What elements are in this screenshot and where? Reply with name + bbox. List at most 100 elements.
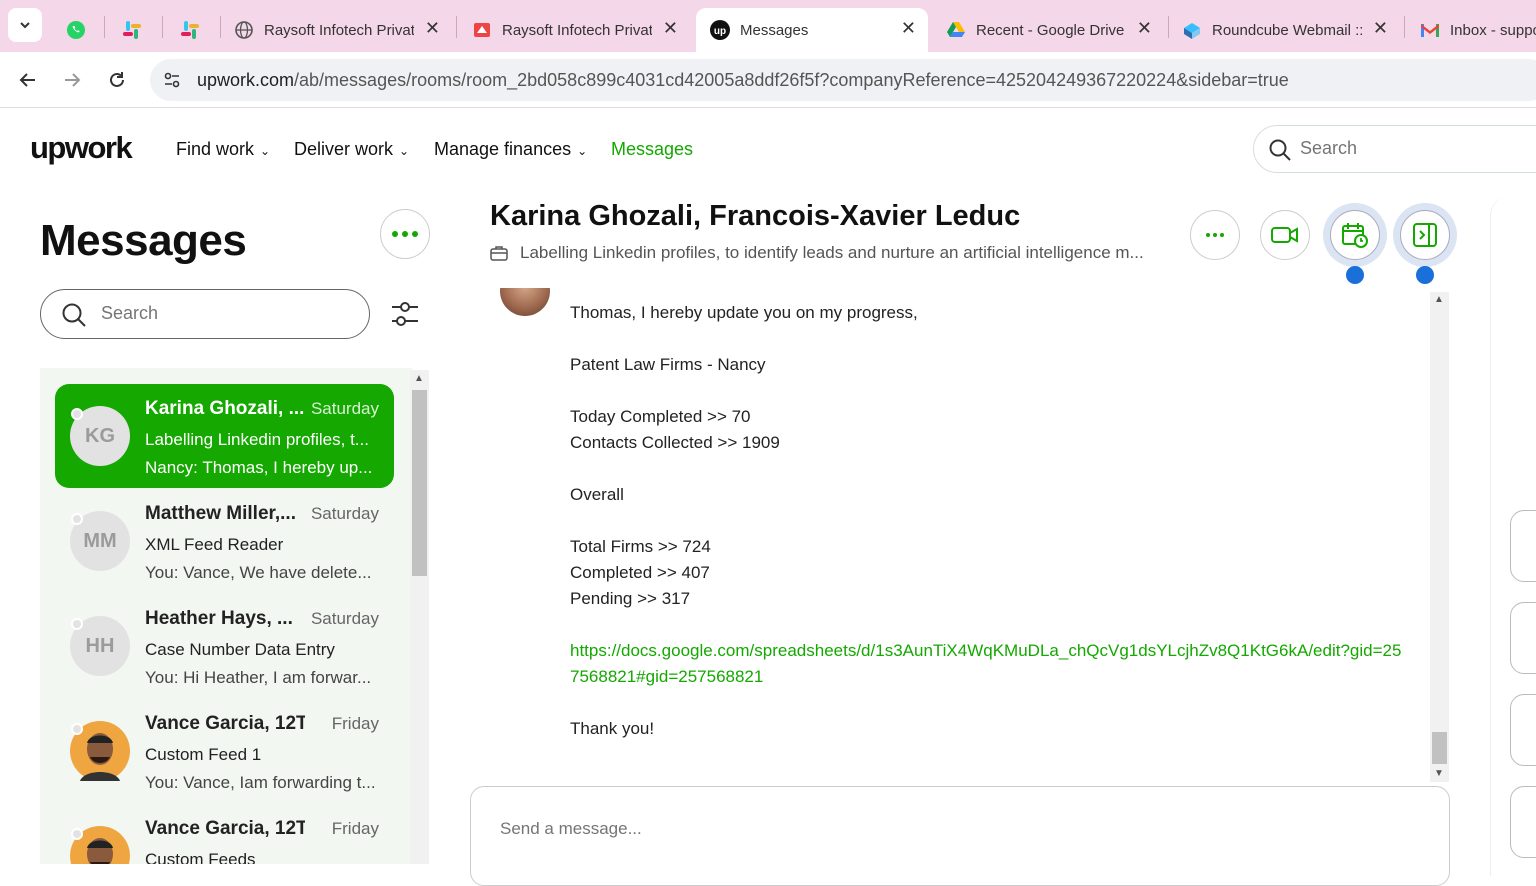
scrollbar-thumb[interactable]: [1432, 732, 1447, 764]
room-subject: Labelling Linkedin profiles, t...: [145, 430, 369, 449]
room-name: Heather Hays, ...: [145, 608, 293, 629]
back-button[interactable]: [10, 62, 46, 98]
room-name: Vance Garcia, 12T...: [145, 818, 305, 839]
details-panel-action[interactable]: [1510, 694, 1536, 766]
list-item[interactable]: KG Karina Ghozali, ... Saturday Labellin…: [55, 384, 394, 488]
room-name: Vance Garcia, 12T...: [145, 713, 305, 734]
header-search-input[interactable]: [1300, 138, 1500, 159]
tab-google-drive[interactable]: Recent - Google Drive ✕: [932, 8, 1164, 52]
more-horizontal-icon: [392, 231, 418, 237]
message-line: [570, 456, 1410, 482]
video-call-button[interactable]: [1260, 210, 1310, 260]
calendar-clock-icon: [1342, 223, 1368, 248]
tab-messages[interactable]: up Messages ✕: [696, 8, 928, 52]
chat-subtitle[interactable]: Labelling Linkedin profiles, to identify…: [490, 243, 1144, 263]
url-path: /ab/messages/rooms/room_2bd058c899c4031c…: [294, 70, 1289, 90]
whatsapp-icon: [66, 20, 86, 40]
schedule-meeting-button[interactable]: [1323, 203, 1387, 267]
site-header: upwork Find work ⌄ Deliver work ⌄ Manage f…: [0, 108, 1536, 192]
tab-roundcube[interactable]: Roundcube Webmail :: ✕: [1168, 8, 1400, 52]
forward-button[interactable]: [54, 62, 90, 98]
tab-slack-2[interactable]: [166, 8, 216, 52]
upwork-logo[interactable]: upwork: [30, 130, 133, 166]
room-name: Karina Ghozali, ...: [145, 398, 305, 419]
globe-icon: [234, 20, 254, 40]
close-icon[interactable]: ✕: [663, 18, 678, 39]
tab-whatsapp[interactable]: [52, 8, 102, 52]
tab-slack-1[interactable]: [108, 8, 158, 52]
tab-raysoft-1[interactable]: Raysoft Infotech Privat ✕: [220, 8, 452, 52]
chat-scrollbar[interactable]: ▲ ▼: [1430, 292, 1449, 782]
nav-manage-finances[interactable]: Manage finances ⌄: [434, 139, 587, 160]
filter-button[interactable]: [390, 297, 420, 331]
header-search[interactable]: [1253, 125, 1536, 173]
nav-label: Deliver work: [294, 139, 394, 159]
message-composer[interactable]: [470, 786, 1450, 886]
avatar: [500, 288, 550, 316]
message-line: Today Completed >> 70: [570, 407, 751, 426]
room-search[interactable]: [40, 289, 370, 339]
close-icon[interactable]: ✕: [425, 18, 440, 39]
chat-more-button[interactable]: [1190, 210, 1240, 260]
close-icon[interactable]: ✕: [901, 18, 916, 39]
presence-dot: [71, 618, 83, 630]
raysoft-icon: [472, 20, 492, 40]
tab-title: Raysoft Infotech Privat: [502, 21, 652, 39]
list-item[interactable]: HH Heather Hays, ... Saturday Case Numbe…: [55, 594, 394, 698]
close-icon[interactable]: ✕: [1373, 18, 1388, 39]
room-subject: XML Feed Reader: [145, 535, 284, 554]
chat-title: Karina Ghozali, Francois-Xavier Leduc: [490, 200, 1021, 232]
details-panel-action[interactable]: [1510, 786, 1536, 858]
room-list: KG Karina Ghozali, ... Saturday Labellin…: [40, 368, 412, 864]
sidebar-more-button[interactable]: [380, 209, 430, 259]
scroll-down-icon[interactable]: ▼: [1434, 768, 1444, 779]
message-line: Contacts Collected >> 1909: [570, 433, 780, 452]
roundcube-icon: [1182, 20, 1202, 40]
tab-title: Roundcube Webmail ::: [1212, 21, 1362, 39]
spreadsheet-link[interactable]: https://docs.google.com/spreadsheets/d/1…: [570, 641, 1401, 686]
room-list-scrollbar[interactable]: ▲: [410, 370, 429, 864]
tab-title: Recent - Google Drive: [976, 21, 1125, 39]
details-panel-action[interactable]: [1510, 602, 1536, 674]
message-line: [570, 378, 1410, 404]
site-info-icon[interactable]: [160, 68, 184, 92]
slack-icon: [180, 20, 200, 40]
list-item[interactable]: Vance Garcia, 12T... Friday Custom Feeds: [55, 804, 394, 864]
page-title: Messages: [40, 216, 247, 265]
slack-icon: [122, 20, 142, 40]
arrow-right-icon: [65, 73, 81, 87]
room-search-input[interactable]: [101, 303, 341, 324]
room-date: Friday: [331, 714, 379, 733]
message-input[interactable]: [500, 819, 1400, 849]
nav-messages[interactable]: Messages: [611, 139, 693, 160]
reload-button[interactable]: [99, 62, 135, 98]
nav-deliver-work[interactable]: Deliver work ⌄: [294, 139, 409, 160]
scrollbar-thumb[interactable]: [412, 390, 427, 576]
url-domain: upwork.com: [197, 70, 295, 90]
url-text[interactable]: upwork.com/ab/messages/rooms/room_2bd058…: [197, 70, 1289, 91]
toggle-details-panel-button[interactable]: [1393, 203, 1457, 267]
nav-find-work[interactable]: Find work ⌄: [176, 139, 270, 160]
chevron-down-icon: [20, 22, 30, 29]
presence-dot: [71, 723, 83, 735]
room-preview: You: Vance, We have delete...: [145, 563, 372, 582]
scroll-up-icon[interactable]: ▲: [414, 373, 424, 384]
more-horizontal-icon: [1206, 233, 1224, 237]
nav-label: Manage finances: [434, 139, 572, 159]
address-bar[interactable]: upwork.com/ab/messages/rooms/room_2bd058…: [150, 59, 1536, 101]
tab-gmail[interactable]: Inbox - suppo: [1406, 8, 1536, 52]
room-preview: You: Hi Heather, I am forwar...: [145, 668, 372, 687]
chevron-down-icon: ⌄: [260, 143, 271, 158]
chevron-down-icon: ⌄: [577, 143, 588, 158]
tab-search-button[interactable]: [8, 8, 42, 42]
details-panel-action[interactable]: [1510, 510, 1536, 582]
list-item[interactable]: Vance Garcia, 12T... Friday Custom Feed …: [55, 699, 394, 803]
tab-title: Raysoft Infotech Privat: [264, 21, 414, 39]
notification-dot: [1346, 266, 1364, 284]
close-icon[interactable]: ✕: [1137, 18, 1152, 39]
tab-raysoft-2[interactable]: Raysoft Infotech Privat ✕: [458, 8, 690, 52]
scroll-up-icon[interactable]: ▲: [1434, 294, 1444, 305]
search-icon: [62, 303, 86, 327]
list-item[interactable]: MM Matthew Miller,... Saturday XML Feed …: [55, 489, 394, 593]
room-preview: You: Vance, Iam forwarding t...: [145, 773, 376, 792]
